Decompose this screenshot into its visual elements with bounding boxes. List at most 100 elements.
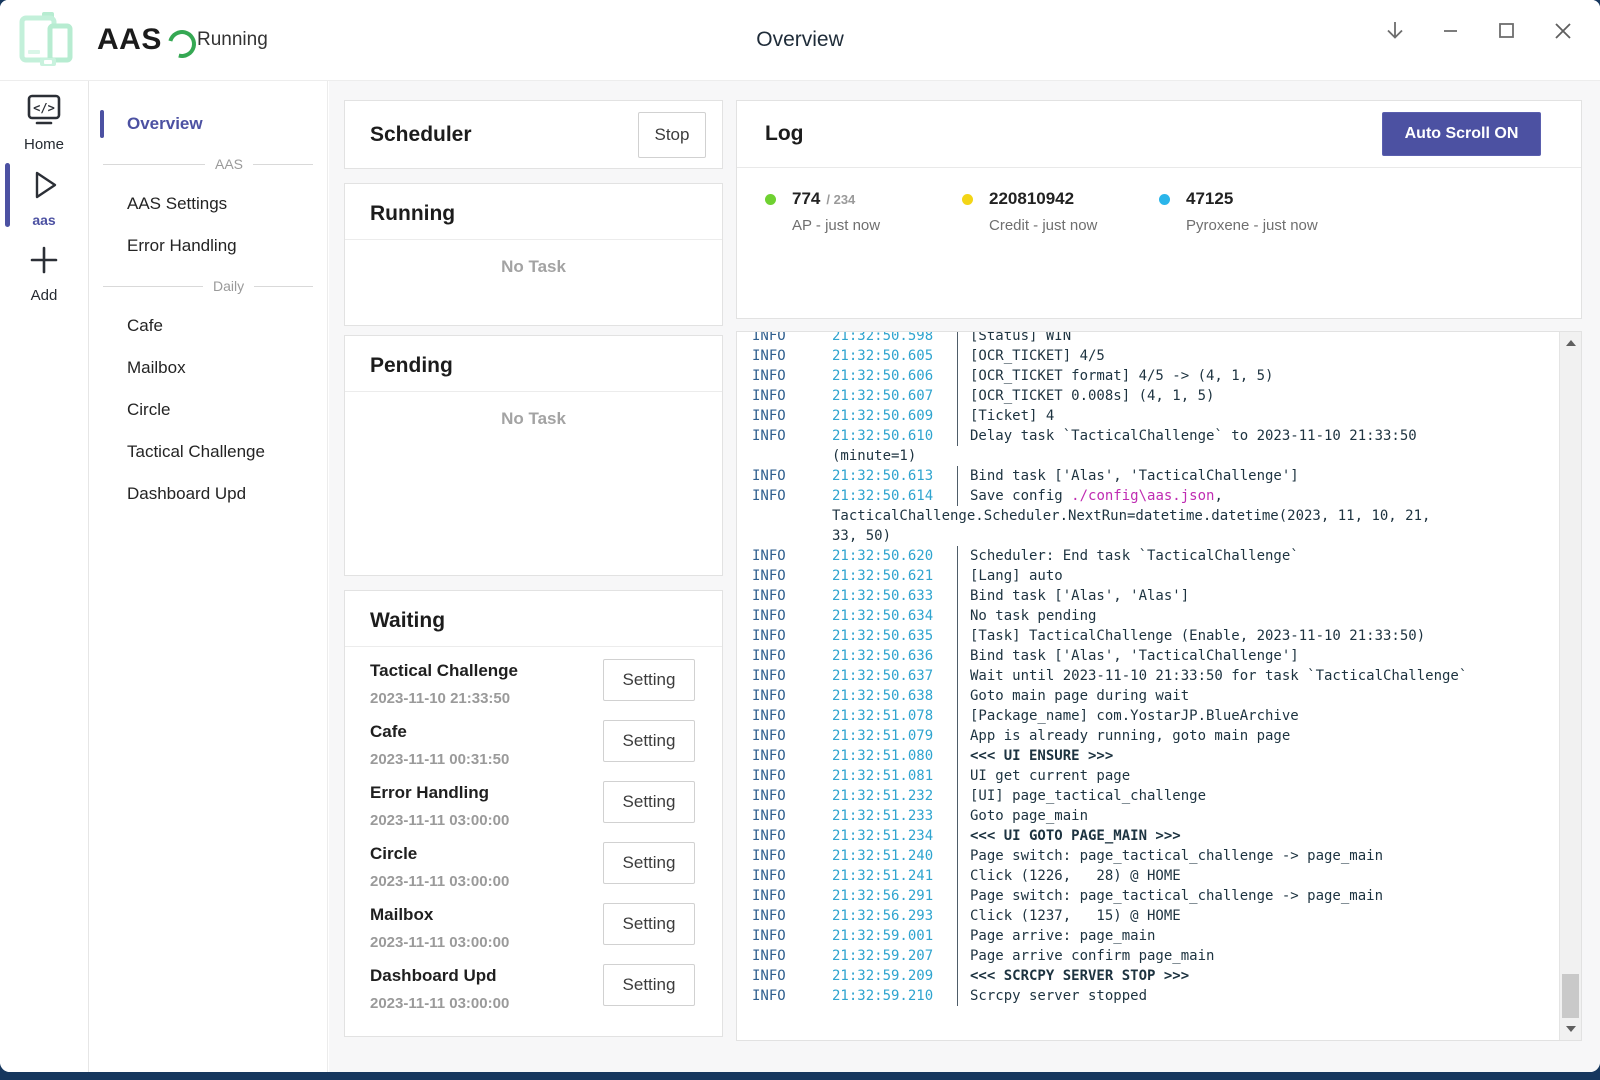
log-timestamp: 21:32:50.610	[832, 426, 957, 446]
log-message: Page switch: page_tactical_challenge -> …	[957, 886, 1383, 906]
log-row: INFO21:32:59.001Page arrive: page_main	[752, 926, 1559, 946]
log-title: Log	[765, 101, 803, 167]
log-message: [Package_name] com.YostarJP.BlueArchive	[957, 706, 1299, 726]
log-timestamp: 21:32:51.080	[832, 746, 957, 766]
log-row: INFO21:32:56.291Page switch: page_tactic…	[752, 886, 1559, 906]
log-timestamp: 21:32:51.240	[832, 846, 957, 866]
autoscroll-toggle-button[interactable]: Auto Scroll ON	[1382, 112, 1541, 156]
log-timestamp: 21:32:50.636	[832, 646, 957, 666]
log-message: Click (1226, 28) @ HOME	[957, 866, 1181, 886]
log-level: INFO	[752, 626, 832, 646]
log-level: INFO	[752, 486, 832, 506]
log-timestamp: 21:32:50.605	[832, 346, 957, 366]
log-row: INFO21:32:59.207Page arrive confirm page…	[752, 946, 1559, 966]
nav-item-overview[interactable]: Overview	[89, 103, 327, 145]
waiting-task-next-run: 2023-11-11 03:00:00	[370, 873, 509, 890]
log-header-top: Log Auto Scroll ON	[737, 101, 1581, 168]
log-message: [OCR_TICKET format] 4/5 -> (4, 1, 5)	[957, 366, 1273, 386]
waiting-task-row: Mailbox2023-11-11 03:00:00Setting	[370, 897, 722, 958]
log-message: <<< UI ENSURE >>>	[957, 746, 1113, 766]
rail-item-label: Home	[0, 136, 88, 153]
log-row: INFO21:32:50.637Wait until 2023-11-10 21…	[752, 666, 1559, 686]
log-message: [OCR_TICKET] 4/5	[957, 346, 1105, 366]
rail-item-label: Add	[0, 287, 88, 304]
dashboard-stat-label: AP - just now	[765, 217, 962, 234]
log-header-card: Log Auto Scroll ON 774/ 234AP - just now…	[736, 100, 1582, 319]
nav-item-error-handling[interactable]: Error Handling	[89, 225, 327, 267]
page-title: Overview	[756, 0, 844, 80]
nav-item-aas-settings[interactable]: AAS Settings	[89, 183, 327, 225]
minimize-button[interactable]	[1436, 16, 1466, 46]
nav-item-cafe[interactable]: Cafe	[89, 305, 327, 347]
waiting-task-name: Cafe	[370, 722, 407, 742]
waiting-task-next-run: 2023-11-11 03:00:00	[370, 995, 509, 1012]
log-row: INFO21:32:51.081UI get current page	[752, 766, 1559, 786]
log-timestamp: 21:32:50.620	[832, 546, 957, 566]
log-timestamp: 21:32:50.607	[832, 386, 957, 406]
log-message: Scheduler: End task `TacticalChallenge`	[957, 546, 1299, 566]
resource-dashboard: 774/ 234AP - just now220810942 Credit - j…	[737, 168, 1581, 234]
running-title: Running	[345, 184, 722, 240]
log-row: INFO21:32:51.078[Package_name] com.Yosta…	[752, 706, 1559, 726]
log-timestamp: 21:32:59.001	[832, 926, 957, 946]
task-setting-button[interactable]: Setting	[603, 781, 695, 823]
log-level: INFO	[752, 886, 832, 906]
log-row: INFO21:32:50.605[OCR_TICKET] 4/5	[752, 346, 1559, 366]
log-timestamp: 21:32:59.207	[832, 946, 957, 966]
dashboard-stat-value-row: 220810942	[962, 189, 1159, 209]
svg-text:</>: </>	[33, 101, 55, 115]
nav-item-circle[interactable]: Circle	[89, 389, 327, 431]
log-row: INFO21:32:50.636Bind task ['Alas', 'Tact…	[752, 646, 1559, 666]
log-row: INFO21:32:51.233Goto page_main	[752, 806, 1559, 826]
nav-item-tactical-challenge[interactable]: Tactical Challenge	[89, 431, 327, 473]
log-row: INFO21:32:51.240Page switch: page_tactic…	[752, 846, 1559, 866]
dashboard-stat-value: 774	[792, 189, 820, 209]
rail-item-add[interactable]: Add	[0, 228, 88, 304]
maximize-button[interactable]	[1492, 16, 1522, 46]
log-message: Scrcpy server stopped	[957, 986, 1147, 1006]
arrow-down-icon	[1383, 19, 1407, 43]
log-row: INFO21:32:50.614Save config ./config\aas…	[752, 486, 1559, 506]
task-setting-button[interactable]: Setting	[603, 659, 695, 701]
scrollbar-thumb[interactable]	[1562, 974, 1579, 1018]
dashboard-stat-label: Credit - just now	[962, 217, 1159, 234]
log-message: Goto page_main	[957, 806, 1088, 826]
log-row: INFO21:32:50.620Scheduler: End task `Tac…	[752, 546, 1559, 566]
plus-icon	[24, 267, 64, 284]
task-setting-button[interactable]: Setting	[603, 720, 695, 762]
nav-group-divider: Daily	[89, 267, 327, 305]
app-name: AAS	[97, 0, 162, 80]
dashboard-stat-label: Pyroxene - just now	[1159, 217, 1356, 234]
main-content: Scheduler Stop Running No Task Pending N…	[329, 81, 1600, 1072]
stop-button[interactable]: Stop	[638, 112, 706, 158]
nav-item-mailbox[interactable]: Mailbox	[89, 347, 327, 389]
update-download-button[interactable]	[1380, 16, 1410, 46]
waiting-task-next-run: 2023-11-11 03:00:00	[370, 934, 509, 951]
log-message: <<< UI GOTO PAGE_MAIN >>>	[957, 826, 1181, 846]
log-message: [Task] TacticalChallenge (Enable, 2023-1…	[957, 626, 1425, 646]
nav-item-dashboard-upd[interactable]: Dashboard Upd	[89, 473, 327, 515]
log-level: INFO	[752, 686, 832, 706]
task-setting-button[interactable]: Setting	[603, 903, 695, 945]
log-row: INFO21:32:51.079App is already running, …	[752, 726, 1559, 746]
log-level: INFO	[752, 466, 832, 486]
close-button[interactable]	[1548, 16, 1578, 46]
log-continuation-text: TacticalChallenge.Scheduler.NextRun=date…	[752, 506, 1430, 526]
dashboard-stat: 774/ 234AP - just now	[765, 189, 962, 234]
log-message: [Lang] auto	[957, 566, 1063, 586]
log-level: INFO	[752, 586, 832, 606]
rail-item-home[interactable]: </> Home	[0, 81, 88, 153]
scrollbar-down-button[interactable]	[1560, 1020, 1581, 1038]
log-timestamp: 21:32:50.638	[832, 686, 957, 706]
pending-empty-text: No Task	[345, 409, 722, 429]
waiting-task-name: Tactical Challenge	[370, 661, 518, 681]
log-level: INFO	[752, 746, 832, 766]
scrollbar-up-button[interactable]	[1560, 334, 1581, 352]
triangle-up-icon	[1566, 340, 1576, 346]
log-timestamp: 21:32:50.614	[832, 486, 957, 506]
task-setting-button[interactable]: Setting	[603, 842, 695, 884]
task-setting-button[interactable]: Setting	[603, 964, 695, 1006]
waiting-task-row: Circle2023-11-11 03:00:00Setting	[370, 836, 722, 897]
log-scrollbar[interactable]	[1559, 332, 1581, 1040]
rail-item-aas[interactable]: aas	[0, 153, 88, 228]
